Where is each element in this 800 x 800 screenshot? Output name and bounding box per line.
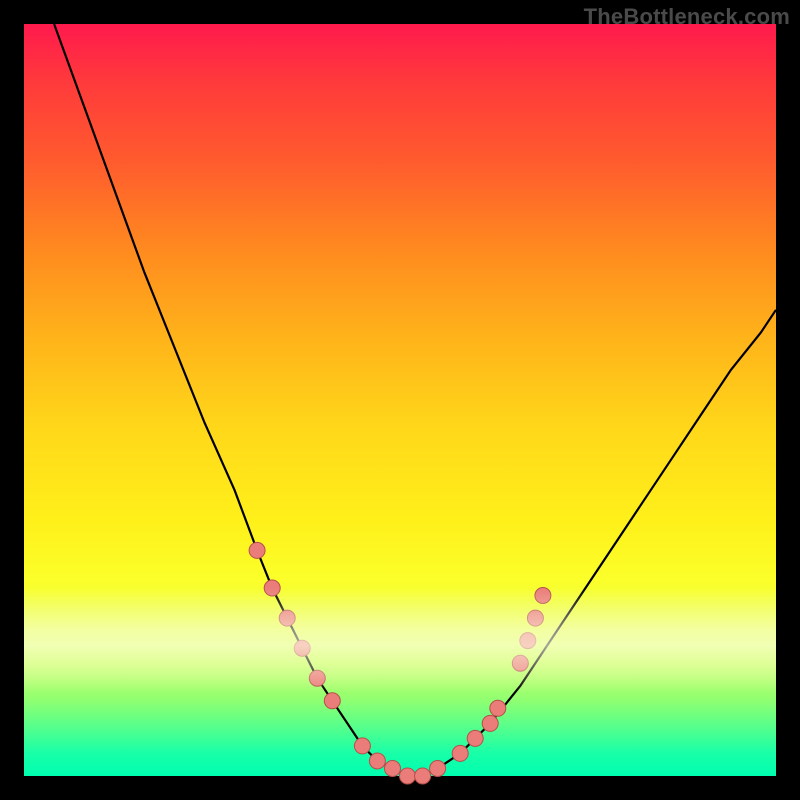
- marker-point: [294, 640, 310, 656]
- marker-point: [535, 588, 551, 604]
- marker-point: [249, 542, 265, 558]
- marker-point: [354, 738, 370, 754]
- marker-point: [482, 715, 498, 731]
- marker-point: [430, 761, 446, 777]
- marker-point: [385, 761, 401, 777]
- marker-point: [520, 633, 536, 649]
- chart-svg: [24, 24, 776, 776]
- bottleneck-curve: [54, 24, 776, 776]
- marker-point: [369, 753, 385, 769]
- marker-point: [279, 610, 295, 626]
- chart-plot-area: [24, 24, 776, 776]
- marker-point: [527, 610, 543, 626]
- marker-point: [264, 580, 280, 596]
- marker-point: [324, 693, 340, 709]
- marker-group: [249, 542, 551, 784]
- marker-point: [490, 700, 506, 716]
- marker-point: [415, 768, 431, 784]
- marker-point: [309, 670, 325, 686]
- chart-frame: TheBottleneck.com: [0, 0, 800, 800]
- watermark-text: TheBottleneck.com: [584, 4, 790, 30]
- marker-point: [452, 745, 468, 761]
- marker-point: [467, 730, 483, 746]
- marker-point: [512, 655, 528, 671]
- marker-point: [400, 768, 416, 784]
